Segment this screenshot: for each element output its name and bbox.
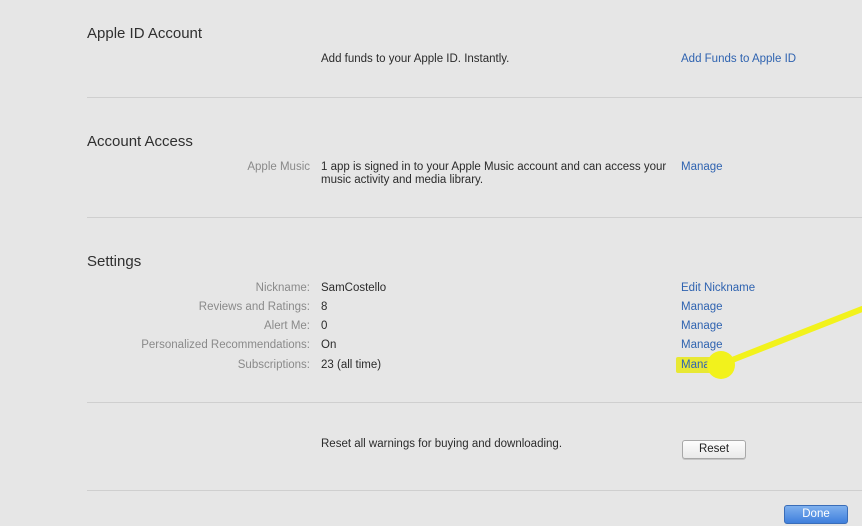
divider	[87, 490, 862, 491]
annotation-arrow-line	[719, 306, 862, 367]
annotation-arrow-dot	[707, 351, 735, 379]
reset-button[interactable]: Reset	[682, 440, 746, 459]
reset-warnings-description: Reset all warnings for buying and downlo…	[321, 438, 563, 450]
done-button[interactable]: Done	[784, 505, 848, 524]
divider	[87, 402, 862, 403]
